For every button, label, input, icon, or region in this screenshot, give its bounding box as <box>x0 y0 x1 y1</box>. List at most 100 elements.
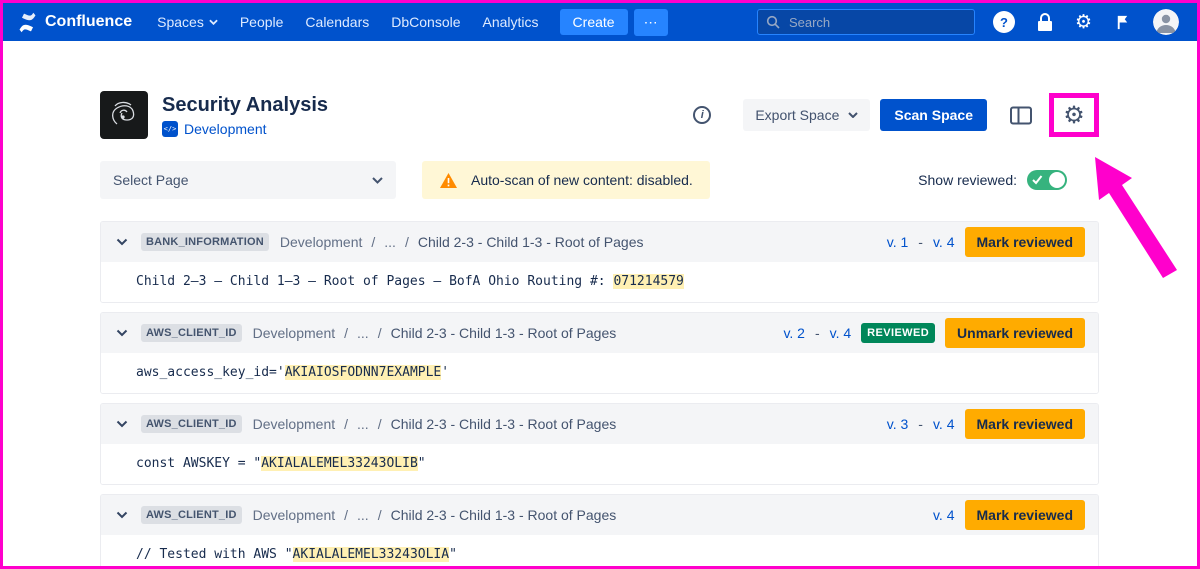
search-input[interactable] <box>787 14 966 31</box>
finding-type-badge: AWS_CLIENT_ID <box>141 506 242 524</box>
nav-right-icons: ? ⚙ <box>993 9 1183 35</box>
search-icon <box>766 15 780 29</box>
version-from-link[interactable]: v. 1 <box>887 234 909 250</box>
breadcrumb-ellipsis[interactable]: ... <box>357 507 369 523</box>
select-page-dropdown[interactable]: Select Page <box>100 161 396 199</box>
export-space-button[interactable]: Export Space <box>743 99 870 131</box>
nav-item-label: People <box>240 14 284 30</box>
breadcrumb-space[interactable]: Development <box>280 234 363 250</box>
finding-type-badge: AWS_CLIENT_ID <box>141 324 242 342</box>
chevron-down-icon <box>209 19 218 25</box>
finding-type-badge: BANK_INFORMATION <box>141 233 269 251</box>
finding-header-right: v. 2 - v. 4 REVIEWED Unmark reviewed <box>783 318 1085 348</box>
finding-card: BANK_INFORMATION Development /... / Child 2… <box>100 221 1099 303</box>
nav-item-dbconsole[interactable]: DbConsole <box>380 14 471 30</box>
version-to-link[interactable]: v. 4 <box>830 325 852 341</box>
expand-chevron-icon[interactable] <box>114 509 130 521</box>
breadcrumb-separator: / <box>378 416 382 432</box>
breadcrumb-ellipsis[interactable]: ... <box>357 325 369 341</box>
code-icon: </> <box>162 121 178 137</box>
snippet-text: " <box>449 547 457 562</box>
breadcrumb-page[interactable]: Child 2-3 - Child 1-3 - Root of Pages <box>391 325 617 341</box>
confluence-logo-icon <box>17 12 38 33</box>
expand-chevron-icon[interactable] <box>114 236 130 248</box>
breadcrumb-separator: / <box>378 325 382 341</box>
info-icon[interactable]: i <box>693 106 711 124</box>
gear-icon[interactable]: ⚙ <box>1075 13 1092 32</box>
finding-header: BANK_INFORMATION Development /... / Child 2… <box>101 222 1098 262</box>
breadcrumb-space[interactable]: Development <box>253 325 336 341</box>
finding-header: AWS_CLIENT_ID Development /... / Child 2-3 … <box>101 404 1098 444</box>
finding-header-right: v. 1 - v. 4 Mark reviewed <box>887 227 1085 257</box>
select-page-label: Select Page <box>113 172 189 188</box>
version-separator: - <box>918 416 923 432</box>
finding-snippet: // Tested with AWS "AKIALALEMEL33243OLIA… <box>101 535 1098 569</box>
toggle-knob <box>1049 172 1065 188</box>
version-from-link[interactable]: v. 2 <box>783 325 805 341</box>
lock-icon[interactable] <box>1037 13 1053 31</box>
brand-name: Confluence <box>45 13 132 31</box>
chevron-down-icon <box>848 112 858 118</box>
nav-item-people[interactable]: People <box>229 14 295 30</box>
space-settings-gear-icon[interactable]: ⚙ <box>1063 103 1085 127</box>
breadcrumb-page[interactable]: Child 2-3 - Child 1-3 - Root of Pages <box>391 416 617 432</box>
finding-card: AWS_CLIENT_ID Development/.../Child 2-3 … <box>100 494 1099 569</box>
finding-header: AWS_CLIENT_ID Development/.../Child 2-3 … <box>101 313 1098 353</box>
help-icon[interactable]: ? <box>993 11 1015 33</box>
version-to-link[interactable]: v. 4 <box>933 416 955 432</box>
autoscan-warning-banner: Auto-scan of new content: disabled. <box>422 161 710 199</box>
breadcrumb-space[interactable]: Development <box>253 416 336 432</box>
show-reviewed-toggle[interactable] <box>1027 170 1067 190</box>
breadcrumb-separator: / <box>405 234 409 250</box>
finding-header-right: v. 3 - v. 4 Mark reviewed <box>887 409 1085 439</box>
reviewed-badge: REVIEWED <box>861 323 935 343</box>
snippet-secret: AKIALALEMEL33243OLIA <box>293 547 450 562</box>
finding-card: AWS_CLIENT_ID Development /... / Child 2-3 … <box>100 403 1099 485</box>
snippet-text: // Tested with AWS " <box>136 547 293 562</box>
breadcrumb-page[interactable]: Child 2-3 - Child 1-3 - Root of Pages <box>391 507 617 523</box>
version-separator: - <box>918 234 923 250</box>
finding-type-badge: AWS_CLIENT_ID <box>141 415 242 433</box>
search-box[interactable] <box>757 9 975 35</box>
expand-chevron-icon[interactable] <box>114 418 130 430</box>
expand-chevron-icon[interactable] <box>114 327 130 339</box>
snippet-secret: AKIAIOSFODNN7EXAMPLE <box>285 365 442 380</box>
breadcrumb-ellipsis[interactable]: ... <box>384 234 396 250</box>
breadcrumb-separator: / <box>344 416 348 432</box>
version-to-link[interactable]: v. 4 <box>933 507 955 523</box>
space-link[interactable]: Development <box>184 121 267 137</box>
show-reviewed-control: Show reviewed: <box>918 170 1067 190</box>
space-avatar[interactable] <box>100 91 148 139</box>
page-title: Security Analysis <box>162 94 328 117</box>
breadcrumb: Development/.../Child 2-3 - Child 1-3 - … <box>253 507 617 523</box>
snippet-secret: 071214579 <box>613 274 683 289</box>
avatar[interactable] <box>1153 9 1179 35</box>
nav-item-analytics[interactable]: Analytics <box>472 14 550 30</box>
show-reviewed-label: Show reviewed: <box>918 172 1017 188</box>
version-from-link[interactable]: v. 3 <box>887 416 909 432</box>
sidebar-toggle-button[interactable] <box>1005 101 1037 130</box>
nav-item-spaces[interactable]: Spaces <box>146 14 229 30</box>
mark-reviewed-button[interactable]: Mark reviewed <box>965 500 1086 530</box>
breadcrumb-page[interactable]: Child 2-3 - Child 1-3 - Root of Pages <box>418 234 644 250</box>
top-navigation-bar: Confluence Spaces People Calendars DbCon… <box>3 3 1197 41</box>
confluence-page: Confluence Spaces People Calendars DbCon… <box>0 0 1200 569</box>
breadcrumb-ellipsis[interactable]: ... <box>357 416 369 432</box>
breadcrumb-separator: / <box>371 234 375 250</box>
space-link-row: </> Development <box>162 121 328 137</box>
breadcrumb-space[interactable]: Development <box>253 507 336 523</box>
finding-header-right: v. 4 Mark reviewed <box>933 500 1085 530</box>
space-header: Security Analysis </> Development i Expo… <box>100 91 1099 139</box>
mark-reviewed-button[interactable]: Mark reviewed <box>965 409 1086 439</box>
snippet-text: ' <box>441 365 449 380</box>
title-block: Security Analysis </> Development <box>162 94 328 137</box>
flag-icon[interactable] <box>1114 14 1131 31</box>
unmark-reviewed-button[interactable]: Unmark reviewed <box>945 318 1085 348</box>
more-options-button[interactable]: ⋯ <box>634 9 668 36</box>
create-button[interactable]: Create <box>560 9 628 35</box>
scan-space-button[interactable]: Scan Space <box>880 99 987 131</box>
nav-item-calendars[interactable]: Calendars <box>294 14 380 30</box>
confluence-home-link[interactable]: Confluence <box>17 12 132 33</box>
mark-reviewed-button[interactable]: Mark reviewed <box>965 227 1086 257</box>
version-to-link[interactable]: v. 4 <box>933 234 955 250</box>
